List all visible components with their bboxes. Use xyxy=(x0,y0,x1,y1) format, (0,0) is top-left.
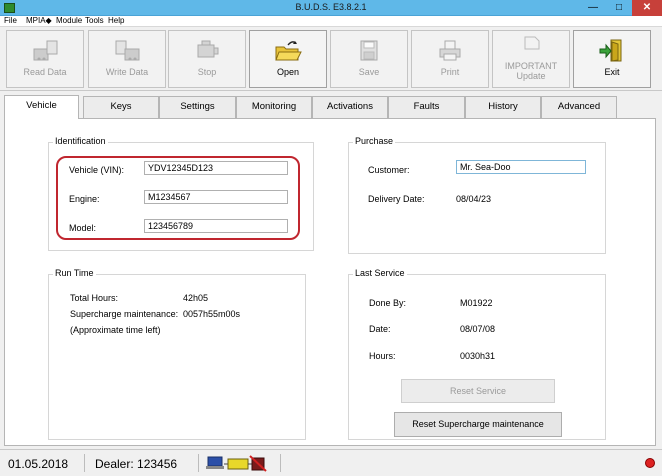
menu-module[interactable]: Module xyxy=(56,16,82,26)
supercharge-label: Supercharge maintenance: xyxy=(70,309,179,319)
update-label: Update xyxy=(516,71,546,81)
tab-vehicle[interactable]: Vehicle xyxy=(4,95,79,119)
customer-label: Customer: xyxy=(368,165,410,175)
identification-title: Identification xyxy=(53,136,108,146)
read-data-label: Read Data xyxy=(23,67,67,77)
write-data-button[interactable]: Write Data xyxy=(88,30,166,88)
print-button[interactable]: Print xyxy=(411,30,489,88)
tab-advanced[interactable]: Advanced xyxy=(541,96,617,118)
read-data-button[interactable]: Read Data xyxy=(6,30,84,88)
done-by-value: M01922 xyxy=(460,298,493,308)
read-data-icon xyxy=(33,40,58,61)
menu-help[interactable]: Help xyxy=(108,16,124,26)
total-hours-label: Total Hours: xyxy=(70,293,119,303)
status-separator xyxy=(198,454,199,472)
open-folder-icon xyxy=(275,41,302,61)
update-icon xyxy=(524,36,540,50)
important-update-button[interactable]: IMPORTANT Update xyxy=(492,30,570,88)
printer-icon xyxy=(439,40,461,61)
toolbar: Read Data Write Data Stop Open Save Prin… xyxy=(0,27,662,91)
status-indicator-icon xyxy=(645,458,655,468)
save-label: Save xyxy=(358,67,380,77)
exit-door-icon xyxy=(599,39,622,62)
save-disk-icon xyxy=(360,40,378,61)
last-service-title: Last Service xyxy=(353,268,407,278)
vin-field[interactable]: YDV12345D123 xyxy=(144,161,288,175)
total-hours-value: 42h05 xyxy=(183,293,209,303)
important-label: IMPORTANT xyxy=(504,61,558,71)
approximate-time-note: (Approximate time left) xyxy=(70,325,161,335)
reset-supercharge-button[interactable]: Reset Supercharge maintenance xyxy=(394,412,562,437)
service-hours-label: Hours: xyxy=(369,351,396,361)
menu-file[interactable]: File xyxy=(4,16,17,26)
window-title: B.U.D.S. E3.8.2.1 xyxy=(295,2,367,12)
status-bar: 01.05.2018 Dealer: 123456 xyxy=(0,449,662,476)
reset-service-button[interactable]: Reset Service xyxy=(401,379,555,403)
title-bar: B.U.D.S. E3.8.2.1 — □ ✕ xyxy=(0,0,662,16)
status-date: 01.05.2018 xyxy=(8,457,69,471)
vehicle-panel: Identification Vehicle (VIN): YDV12345D1… xyxy=(4,118,656,446)
tab-monitoring[interactable]: Monitoring xyxy=(236,96,312,118)
status-dealer: Dealer: 123456 xyxy=(95,457,178,471)
exit-label: Exit xyxy=(604,67,620,77)
close-button[interactable]: ✕ xyxy=(632,0,662,16)
vin-label: Vehicle (VIN): xyxy=(69,165,125,175)
status-separator xyxy=(84,454,85,472)
save-button[interactable]: Save xyxy=(330,30,408,88)
tab-settings[interactable]: Settings xyxy=(159,96,236,118)
menu-bar: File MPIA◆ Module Tools Help xyxy=(0,16,662,27)
purchase-title: Purchase xyxy=(353,136,396,146)
tab-history[interactable]: History xyxy=(465,96,541,118)
menu-mpia[interactable]: MPIA◆ xyxy=(26,16,52,26)
stop-label: Stop xyxy=(197,67,217,77)
tab-faults[interactable]: Faults xyxy=(388,96,465,118)
engine-stop-icon xyxy=(197,40,219,58)
service-date-value: 08/07/08 xyxy=(460,324,496,334)
delivery-date-value: 08/04/23 xyxy=(456,194,492,204)
open-label: Open xyxy=(276,67,300,77)
supercharge-value: 0057h55m00s xyxy=(183,309,241,319)
run-time-title: Run Time xyxy=(53,268,96,278)
delivery-date-label: Delivery Date: xyxy=(368,194,425,204)
model-label: Model: xyxy=(69,223,97,233)
write-data-label: Write Data xyxy=(105,67,149,77)
engine-field[interactable]: M1234567 xyxy=(144,190,288,204)
connection-status-icon xyxy=(206,455,267,472)
tab-keys[interactable]: Keys xyxy=(83,96,159,118)
tab-activations[interactable]: Activations xyxy=(312,96,388,118)
customer-field[interactable]: Mr. Sea-Doo xyxy=(456,160,586,174)
minimize-button[interactable]: — xyxy=(580,0,606,16)
stop-button[interactable]: Stop xyxy=(168,30,246,88)
model-field[interactable]: 123456789 xyxy=(144,219,288,233)
exit-button[interactable]: Exit xyxy=(573,30,651,88)
status-separator xyxy=(280,454,281,472)
menu-tools[interactable]: Tools xyxy=(85,16,104,26)
print-label: Print xyxy=(440,67,460,77)
open-button[interactable]: Open xyxy=(249,30,327,88)
service-date-label: Date: xyxy=(369,324,391,334)
done-by-label: Done By: xyxy=(369,298,407,308)
write-data-icon xyxy=(115,40,140,61)
engine-label: Engine: xyxy=(69,194,100,204)
service-hours-value: 0030h31 xyxy=(460,351,496,361)
maximize-button[interactable]: □ xyxy=(606,0,632,16)
